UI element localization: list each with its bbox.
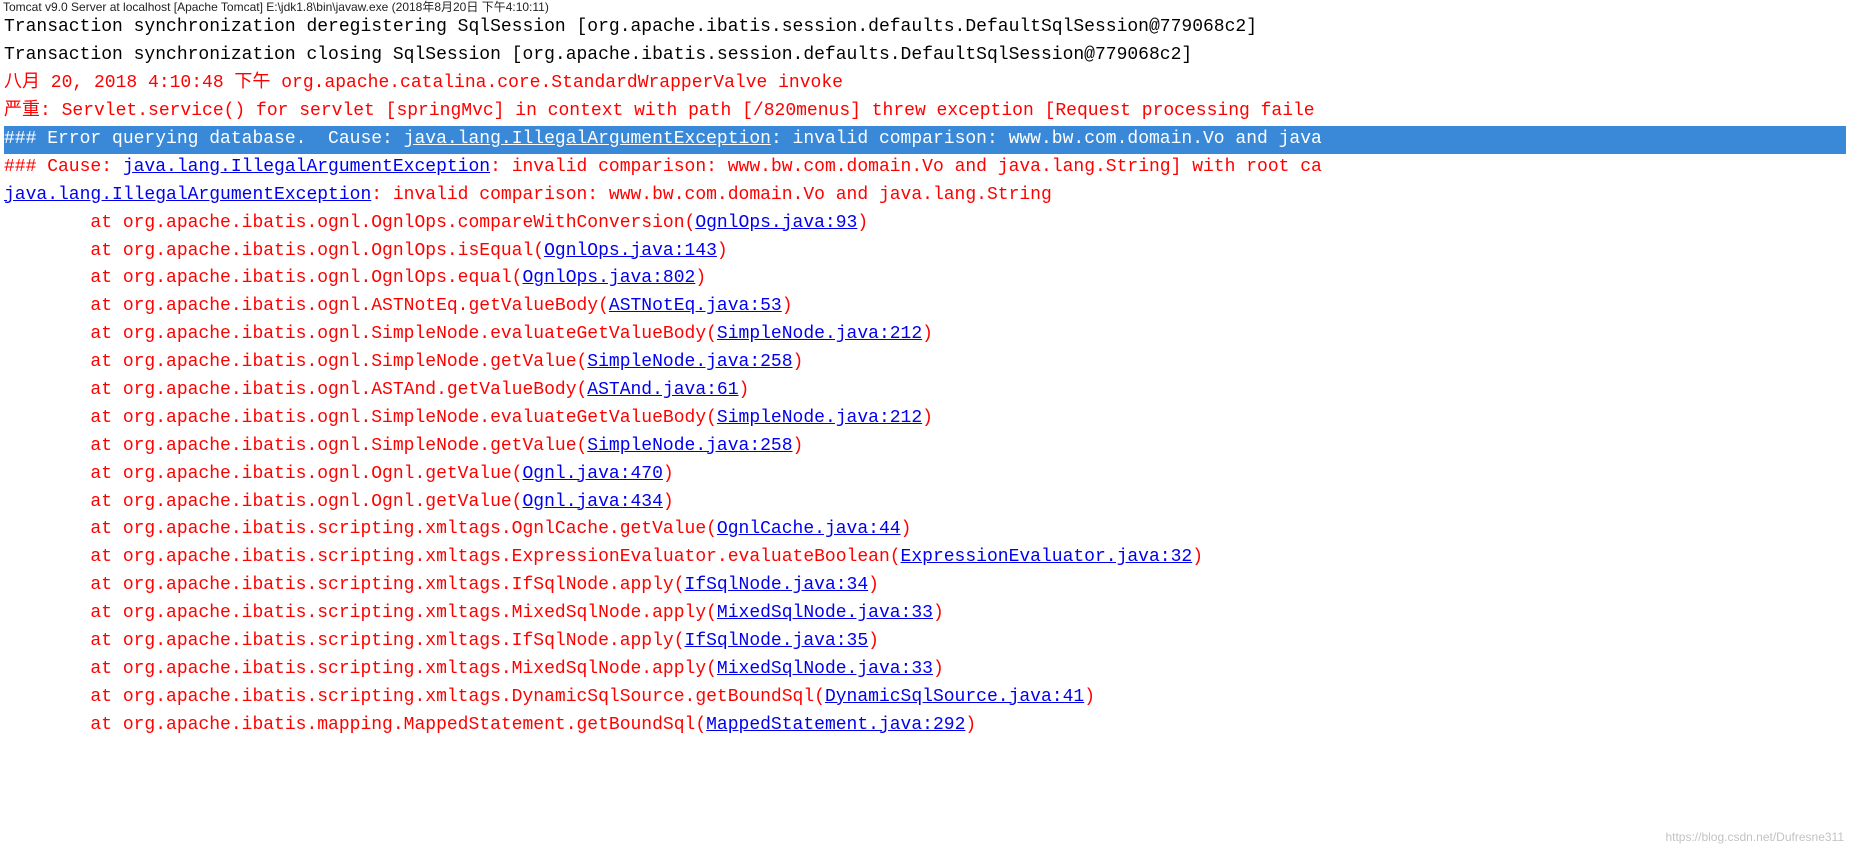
log-text: 八月 20, 2018 4:10:48 下午 org.apache.catali… [4,73,843,93]
console-line: Transaction synchronization deregisterin… [4,14,1846,42]
console-line: Transaction synchronization closing SqlS… [4,42,1846,70]
stacktrace-text: ) [782,296,793,316]
log-text: Transaction synchronization deregisterin… [4,17,1257,37]
source-link[interactable]: SimpleNode.java:258 [587,436,792,456]
stacktrace-text: at org.apache.ibatis.ognl.SimpleNode.get… [4,436,587,456]
source-link[interactable]: DynamicSqlSource.java:41 [825,687,1084,707]
source-link[interactable]: MixedSqlNode.java:33 [717,659,933,679]
exception-link[interactable]: java.lang.IllegalArgumentException [404,129,771,149]
log-text: : invalid comparison: www.bw.com.domain.… [771,129,1322,149]
window-title: Tomcat v9.0 Server at localhost [Apache … [0,0,1850,14]
stacktrace-text: ) [922,324,933,344]
stacktrace-text: at org.apache.ibatis.ognl.ASTNotEq.getVa… [4,296,609,316]
source-link[interactable]: OgnlOps.java:93 [695,213,857,233]
stacktrace-text: ) [1084,687,1095,707]
source-link[interactable]: ASTAnd.java:61 [587,380,738,400]
watermark: https://blog.csdn.net/Dufresne311 [1665,828,1844,847]
log-text: Transaction synchronization closing SqlS… [4,45,1192,65]
console-line: at org.apache.ibatis.ognl.SimpleNode.eva… [4,321,1846,349]
stacktrace-text: ) [933,659,944,679]
console-line: at org.apache.ibatis.ognl.OgnlOps.equal(… [4,265,1846,293]
stacktrace-text: at org.apache.ibatis.ognl.SimpleNode.get… [4,352,587,372]
stacktrace-text: at org.apache.ibatis.mapping.MappedState… [4,715,706,735]
console-line: java.lang.IllegalArgumentException: inva… [4,182,1846,210]
stacktrace-text: ) [868,631,879,651]
stacktrace-text: ) [965,715,976,735]
stacktrace-text: at org.apache.ibatis.scripting.xmltags.M… [4,659,717,679]
stacktrace-text: ) [933,603,944,623]
stacktrace-text: ) [663,492,674,512]
console-line: at org.apache.ibatis.ognl.Ognl.getValue(… [4,461,1846,489]
stacktrace-text: ) [717,241,728,261]
exception-link[interactable]: java.lang.IllegalArgumentException [123,157,490,177]
stacktrace-text: at org.apache.ibatis.scripting.xmltags.I… [4,575,685,595]
stacktrace-text: at org.apache.ibatis.scripting.xmltags.D… [4,687,825,707]
stacktrace-text: ) [793,436,804,456]
stacktrace-text: ) [901,519,912,539]
log-text: ### Error querying database. Cause: [4,129,404,149]
console-line: at org.apache.ibatis.scripting.xmltags.I… [4,628,1846,656]
source-link[interactable]: OgnlCache.java:44 [717,519,901,539]
console-line: at org.apache.ibatis.ognl.OgnlOps.compar… [4,210,1846,238]
stacktrace-text: at org.apache.ibatis.ognl.SimpleNode.eva… [4,324,717,344]
source-link[interactable]: ASTNotEq.java:53 [609,296,782,316]
console-line: at org.apache.ibatis.scripting.xmltags.E… [4,544,1846,572]
stacktrace-text: ) [868,575,879,595]
console-line: at org.apache.ibatis.scripting.xmltags.D… [4,684,1846,712]
stacktrace-text: ) [695,268,706,288]
source-link[interactable]: Ognl.java:470 [522,464,662,484]
log-text: : invalid comparison: www.bw.com.domain.… [490,157,1322,177]
console-line: ### Error querying database. Cause: java… [4,126,1846,154]
source-link[interactable]: OgnlOps.java:802 [522,268,695,288]
console-line: at org.apache.ibatis.scripting.xmltags.M… [4,600,1846,628]
console-line: 八月 20, 2018 4:10:48 下午 org.apache.catali… [4,70,1846,98]
stacktrace-text: at org.apache.ibatis.ognl.ASTAnd.getValu… [4,380,587,400]
stacktrace-text: at org.apache.ibatis.ognl.Ognl.getValue( [4,492,522,512]
stacktrace-text: ) [922,408,933,428]
source-link[interactable]: Ognl.java:434 [522,492,662,512]
console-line: at org.apache.ibatis.mapping.MappedState… [4,712,1846,740]
console-line: at org.apache.ibatis.ognl.SimpleNode.get… [4,433,1846,461]
log-text: 严重: Servlet.service() for servlet [sprin… [4,101,1315,121]
console-line: at org.apache.ibatis.scripting.xmltags.I… [4,572,1846,600]
stacktrace-text: at org.apache.ibatis.ognl.OgnlOps.isEqua… [4,241,544,261]
console-line: at org.apache.ibatis.ognl.SimpleNode.get… [4,349,1846,377]
stacktrace-text: at org.apache.ibatis.ognl.SimpleNode.eva… [4,408,717,428]
stacktrace-text: at org.apache.ibatis.scripting.xmltags.I… [4,631,685,651]
source-link[interactable]: SimpleNode.java:258 [587,352,792,372]
source-link[interactable]: SimpleNode.java:212 [717,408,922,428]
console-line: 严重: Servlet.service() for servlet [sprin… [4,98,1846,126]
log-text: : invalid comparison: www.bw.com.domain.… [371,185,1052,205]
console-line: at org.apache.ibatis.ognl.ASTAnd.getValu… [4,377,1846,405]
log-text: ### Cause: [4,157,123,177]
console-line: at org.apache.ibatis.ognl.Ognl.getValue(… [4,489,1846,517]
stacktrace-text: at org.apache.ibatis.scripting.xmltags.M… [4,603,717,623]
stacktrace-text: ) [857,213,868,233]
stacktrace-text: at org.apache.ibatis.ognl.OgnlOps.compar… [4,213,695,233]
console-line: at org.apache.ibatis.ognl.OgnlOps.isEqua… [4,238,1846,266]
stacktrace-text: at org.apache.ibatis.ognl.OgnlOps.equal( [4,268,522,288]
console-line: at org.apache.ibatis.ognl.ASTNotEq.getVa… [4,293,1846,321]
source-link[interactable]: ExpressionEvaluator.java:32 [901,547,1193,567]
console-output[interactable]: Transaction synchronization deregisterin… [0,14,1850,741]
stacktrace-text: ) [1192,547,1203,567]
stacktrace-text: at org.apache.ibatis.scripting.xmltags.E… [4,547,901,567]
console-line: at org.apache.ibatis.scripting.xmltags.M… [4,656,1846,684]
stacktrace-text: ) [663,464,674,484]
source-link[interactable]: MappedStatement.java:292 [706,715,965,735]
exception-link[interactable]: java.lang.IllegalArgumentException [4,185,371,205]
console-line: at org.apache.ibatis.ognl.SimpleNode.eva… [4,405,1846,433]
source-link[interactable]: IfSqlNode.java:35 [685,631,869,651]
stacktrace-text: ) [793,352,804,372]
source-link[interactable]: MixedSqlNode.java:33 [717,603,933,623]
stacktrace-text: at org.apache.ibatis.ognl.Ognl.getValue( [4,464,522,484]
stacktrace-text: ) [739,380,750,400]
source-link[interactable]: SimpleNode.java:212 [717,324,922,344]
source-link[interactable]: IfSqlNode.java:34 [685,575,869,595]
stacktrace-text: at org.apache.ibatis.scripting.xmltags.O… [4,519,717,539]
console-line: at org.apache.ibatis.scripting.xmltags.O… [4,516,1846,544]
console-line: ### Cause: java.lang.IllegalArgumentExce… [4,154,1846,182]
source-link[interactable]: OgnlOps.java:143 [544,241,717,261]
